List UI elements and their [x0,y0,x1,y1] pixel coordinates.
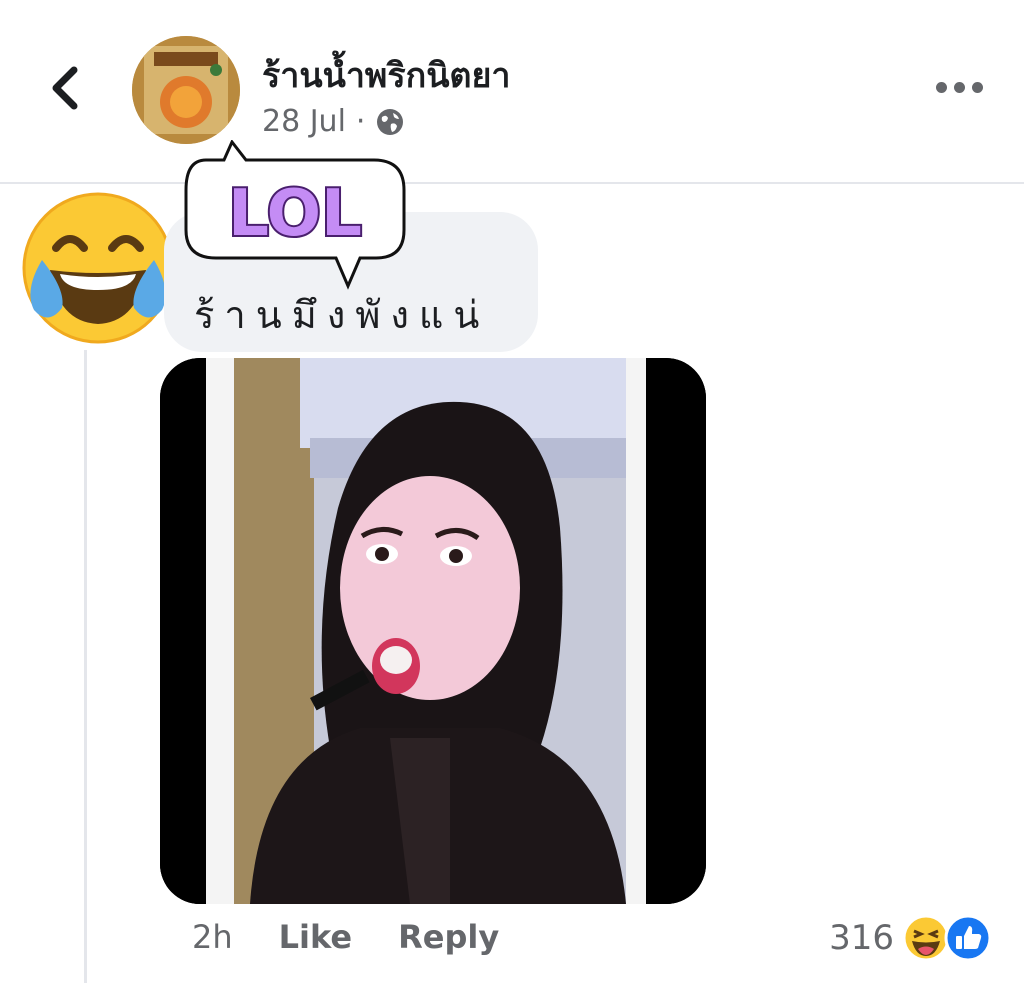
more-dots-icon [936,81,947,93]
comment-photo[interactable] [160,358,706,904]
meta-separator: · [355,104,366,139]
page-avatar-image [132,36,240,144]
reply-thread-line [84,350,87,983]
globe-icon [377,108,404,135]
header-divider [0,182,1024,184]
comment-text: ร้านมึงพังแน่ [194,293,490,337]
page-name[interactable]: ร้านน้ำพริกนิตยา [262,48,511,102]
tears-of-joy-emoji-avatar[interactable] [20,190,176,346]
more-dot [954,81,965,93]
like-reaction-icon [944,914,992,962]
back-chevron-icon [52,66,78,110]
lol-sticker: LOL [184,140,406,290]
comment-time[interactable]: 2h [192,918,233,956]
more-options-button[interactable] [936,76,984,98]
haha-reaction-icon [902,914,950,962]
comment-actions: 2h Like Reply [192,918,545,956]
like-button[interactable]: Like [279,918,352,956]
post-date[interactable]: 28 Jul [262,104,346,139]
more-dot [972,81,983,93]
reaction-icons [902,914,992,962]
page-avatar[interactable] [132,36,240,144]
back-button[interactable] [44,62,88,114]
meme-photo-image [160,358,706,904]
reply-button[interactable]: Reply [398,918,499,956]
reaction-count: 316 [829,918,894,958]
reaction-summary[interactable]: 316 [829,914,994,962]
post-meta: 28 Jul · [262,104,405,139]
lol-sticker-text: LOL [228,177,362,251]
